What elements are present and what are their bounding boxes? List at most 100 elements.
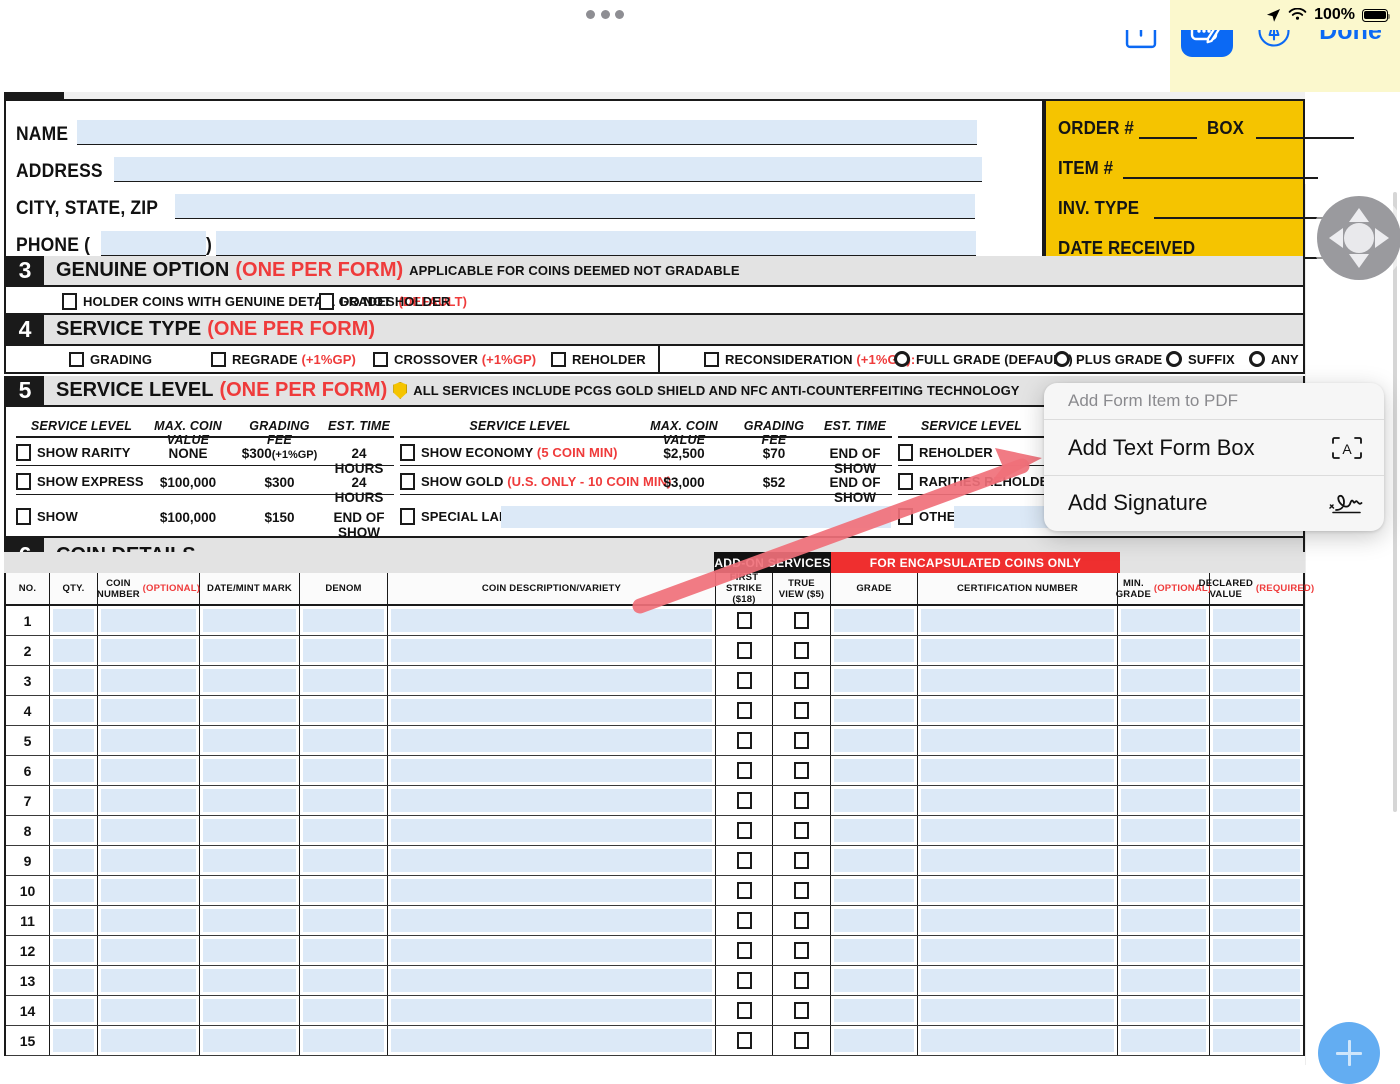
- field-fill[interactable]: [203, 729, 296, 752]
- coin-field-cell[interactable]: [200, 816, 300, 845]
- checkbox-grading[interactable]: [69, 352, 84, 367]
- field-fill[interactable]: [1121, 909, 1206, 932]
- field-fill[interactable]: [303, 909, 384, 932]
- true-view-cell[interactable]: [773, 756, 831, 785]
- coin-field-cell[interactable]: [200, 786, 300, 815]
- city-state-zip-input[interactable]: [174, 194, 975, 219]
- coin-field-cell[interactable]: [1210, 876, 1303, 905]
- true-view-cell[interactable]: [773, 906, 831, 935]
- coin-field-cell[interactable]: [200, 666, 300, 695]
- field-fill[interactable]: [921, 639, 1114, 662]
- checkbox-first-strike[interactable]: [736, 942, 752, 959]
- field-fill[interactable]: [391, 789, 712, 812]
- checkbox-true-view[interactable]: [794, 1032, 809, 1049]
- table-row[interactable]: 7: [6, 786, 1303, 816]
- checkbox-first-strike[interactable]: [736, 762, 752, 779]
- field-fill[interactable]: [101, 639, 196, 662]
- coin-field-cell[interactable]: [98, 606, 200, 635]
- coin-field-cell[interactable]: [918, 786, 1118, 815]
- field-fill[interactable]: [834, 849, 914, 872]
- field-fill[interactable]: [101, 879, 196, 902]
- coin-field-cell[interactable]: [200, 606, 300, 635]
- checkbox-rarities-reholder[interactable]: [898, 473, 913, 490]
- box-field[interactable]: [1256, 121, 1355, 139]
- coin-field-cell[interactable]: [1210, 636, 1303, 665]
- coin-field-cell[interactable]: [388, 846, 716, 875]
- sl-show-gold[interactable]: SHOW GOLD (U.S. ONLY - 10 COIN MIN): [400, 473, 672, 490]
- field-fill[interactable]: [303, 1029, 384, 1052]
- checkbox-true-view[interactable]: [794, 852, 809, 869]
- coin-field-cell[interactable]: [1118, 1026, 1210, 1055]
- coin-field-cell[interactable]: [918, 906, 1118, 935]
- phone-area-code-input[interactable]: [100, 231, 206, 256]
- true-view-cell[interactable]: [773, 816, 831, 845]
- table-row[interactable]: 13: [6, 966, 1303, 996]
- field-fill[interactable]: [834, 819, 914, 842]
- coin-field-cell[interactable]: [98, 726, 200, 755]
- field-fill[interactable]: [303, 819, 384, 842]
- coin-field-cell[interactable]: [98, 936, 200, 965]
- coin-field-cell[interactable]: [1118, 966, 1210, 995]
- first-strike-cell[interactable]: [716, 966, 773, 995]
- checkbox-true-view[interactable]: [794, 822, 809, 839]
- coin-field-cell[interactable]: [388, 1026, 716, 1055]
- dpad-joystick[interactable]: [1317, 196, 1400, 280]
- first-strike-cell[interactable]: [716, 756, 773, 785]
- coin-field-cell[interactable]: [300, 636, 388, 665]
- field-fill[interactable]: [391, 879, 712, 902]
- coin-field-cell[interactable]: [1118, 936, 1210, 965]
- inv-type-field[interactable]: [1154, 201, 1325, 219]
- field-fill[interactable]: [834, 669, 914, 692]
- coin-field-cell[interactable]: [388, 906, 716, 935]
- first-strike-cell[interactable]: [716, 726, 773, 755]
- coin-field-cell[interactable]: [300, 696, 388, 725]
- field-fill[interactable]: [1121, 939, 1206, 962]
- field-fill[interactable]: [303, 759, 384, 782]
- first-strike-cell[interactable]: [716, 816, 773, 845]
- table-row[interactable]: 15: [6, 1026, 1303, 1056]
- coin-field-cell[interactable]: [300, 996, 388, 1025]
- field-fill[interactable]: [303, 699, 384, 722]
- coin-field-cell[interactable]: [918, 666, 1118, 695]
- field-fill[interactable]: [834, 879, 914, 902]
- field-fill[interactable]: [101, 729, 196, 752]
- field-fill[interactable]: [391, 849, 712, 872]
- field-fill[interactable]: [53, 849, 94, 872]
- checkbox-show-rarity[interactable]: [16, 444, 31, 461]
- true-view-cell[interactable]: [773, 936, 831, 965]
- checkbox-first-strike[interactable]: [736, 912, 752, 929]
- field-fill[interactable]: [391, 609, 712, 632]
- field-fill[interactable]: [53, 609, 94, 632]
- first-strike-cell[interactable]: [716, 996, 773, 1025]
- field-fill[interactable]: [303, 969, 384, 992]
- field-fill[interactable]: [1121, 669, 1206, 692]
- checkbox-first-strike[interactable]: [736, 822, 752, 839]
- coin-field-cell[interactable]: [388, 966, 716, 995]
- coin-field-cell[interactable]: [831, 606, 918, 635]
- true-view-cell[interactable]: [773, 726, 831, 755]
- coin-field-cell[interactable]: [1210, 756, 1303, 785]
- coin-field-cell[interactable]: [200, 1026, 300, 1055]
- coin-field-cell[interactable]: [50, 756, 98, 785]
- field-fill[interactable]: [303, 729, 384, 752]
- checkbox-true-view[interactable]: [794, 762, 809, 779]
- coin-field-cell[interactable]: [1118, 696, 1210, 725]
- field-fill[interactable]: [921, 759, 1114, 782]
- coin-field-cell[interactable]: [388, 936, 716, 965]
- first-strike-cell[interactable]: [716, 696, 773, 725]
- coin-field-cell[interactable]: [50, 936, 98, 965]
- table-row[interactable]: 4: [6, 696, 1303, 726]
- coin-field-cell[interactable]: [1210, 846, 1303, 875]
- coin-field-cell[interactable]: [300, 846, 388, 875]
- coin-field-cell[interactable]: [388, 606, 716, 635]
- field-fill[interactable]: [391, 939, 712, 962]
- checkbox-first-strike[interactable]: [736, 792, 752, 809]
- coin-field-cell[interactable]: [300, 966, 388, 995]
- field-fill[interactable]: [921, 909, 1114, 932]
- checkbox-true-view[interactable]: [794, 672, 809, 689]
- field-fill[interactable]: [53, 789, 94, 812]
- field-fill[interactable]: [203, 819, 296, 842]
- field-fill[interactable]: [101, 1029, 196, 1052]
- field-fill[interactable]: [203, 999, 296, 1022]
- field-fill[interactable]: [1121, 609, 1206, 632]
